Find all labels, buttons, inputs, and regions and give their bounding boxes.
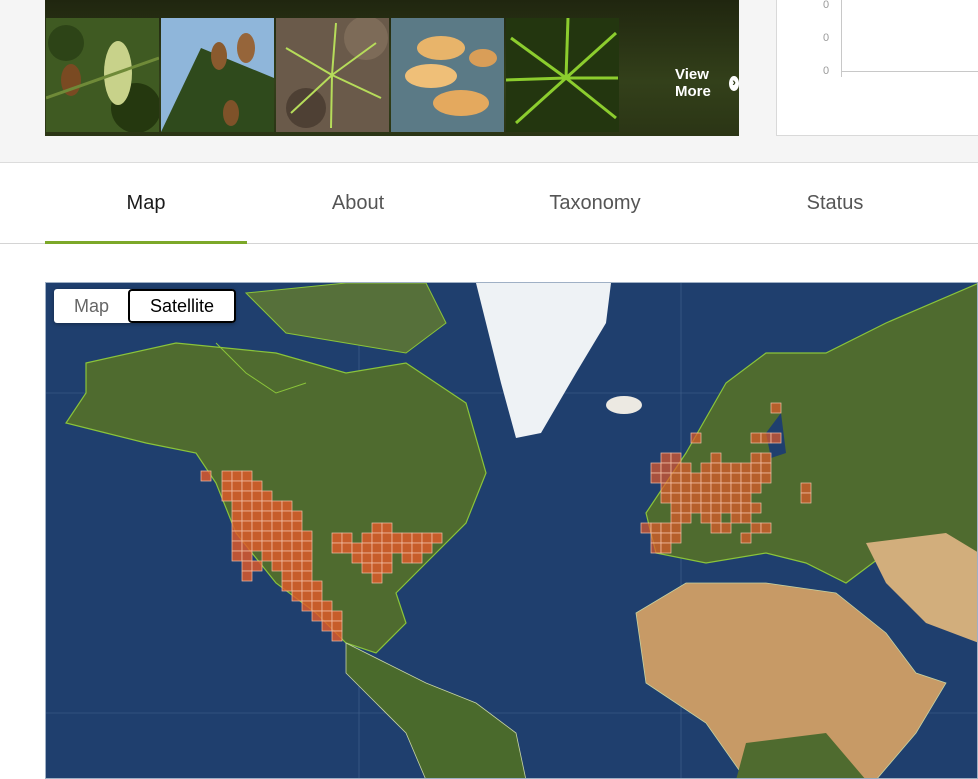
occurrence-map[interactable]: Map Satellite <box>45 282 978 779</box>
gallery-thumbnail[interactable] <box>276 18 389 132</box>
gallery-thumbnail[interactable] <box>391 18 504 132</box>
tab-taxonomy[interactable]: Taxonomy <box>490 163 700 243</box>
satellite-map-canvas[interactable] <box>46 283 978 779</box>
y-tick-label: 0 <box>823 65 830 77</box>
gallery-thumbnail[interactable] <box>161 18 274 132</box>
tab-bar: Map About Taxonomy Status <box>0 163 978 244</box>
chevron-right-circle-icon: › <box>729 75 739 91</box>
tab-map[interactable]: Map <box>45 163 247 244</box>
tab-label: Taxonomy <box>549 191 641 214</box>
y-tick-label: 0 <box>823 0 830 11</box>
satellite-view-label: Satellite <box>150 295 215 316</box>
x-axis-line <box>841 71 978 72</box>
satellite-view-button[interactable]: Satellite <box>128 289 237 323</box>
map-type-toggle: Map Satellite <box>54 289 237 323</box>
tab-about[interactable]: About <box>257 163 459 243</box>
tab-status[interactable]: Status <box>740 163 930 243</box>
tab-label: About <box>331 191 385 214</box>
tab-label: Status <box>806 191 864 214</box>
view-more-label: View More <box>675 66 711 100</box>
map-view-button[interactable]: Map <box>54 289 129 323</box>
view-more-link[interactable]: View More › <box>675 66 739 100</box>
y-tick-label: 0 <box>823 32 830 44</box>
map-view-label: Map <box>74 295 110 316</box>
iceland-landmass <box>606 396 642 414</box>
gallery-thumbnail[interactable] <box>506 18 619 132</box>
photo-gallery: View More › <box>45 0 739 136</box>
tab-label: Map <box>126 191 166 214</box>
chart-preview-card: 0 0 0 <box>776 0 978 136</box>
header-band: View More › 0 0 0 <box>0 0 978 163</box>
y-axis-line <box>841 0 842 77</box>
gallery-thumbnail[interactable] <box>46 18 159 132</box>
